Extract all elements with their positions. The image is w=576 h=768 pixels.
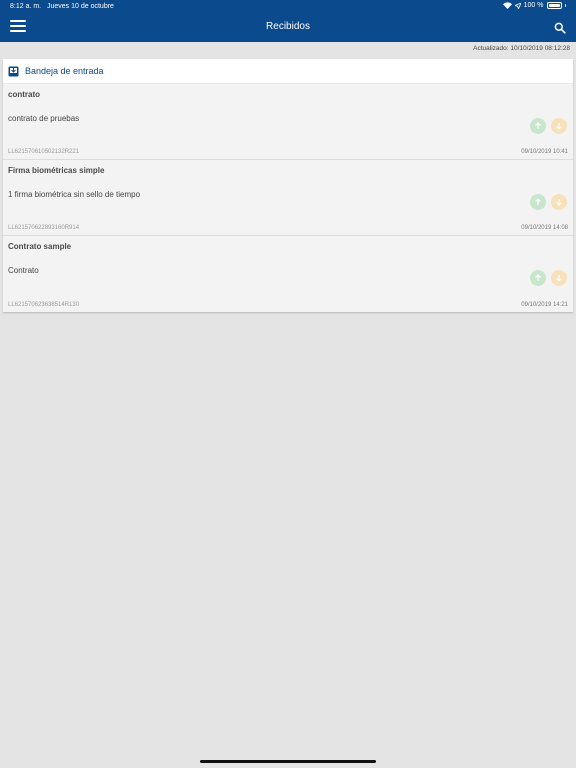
arrow-down-icon [556,275,562,282]
document-description: 1 firma biométrica sin sello de tiempo [8,190,141,199]
app-header: 8:12 a. m. Jueves 10 de octubre 100 % Re… [0,0,576,42]
arrow-up-icon [535,274,541,281]
arrow-up-icon [535,122,541,129]
search-button[interactable] [554,21,566,34]
status-time: 8:12 a. m. [10,3,42,10]
last-updated: Actualizado: 10/10/2019 08:12:28 [473,45,570,52]
status-date: Jueves 10 de octubre [47,3,114,10]
inbox-panel: Bandeja de entrada contrato contrato de … [3,59,573,312]
reject-button[interactable] [551,194,567,210]
inbox-title: Bandeja de entrada [25,66,104,76]
accept-button[interactable] [530,270,546,286]
document-description: contrato de pruebas [8,114,80,123]
document-code: LL621570622893160R914 [8,225,80,231]
document-item[interactable]: contrato contrato de pruebas LL621570610… [3,84,573,160]
battery-icon [546,2,562,9]
location-icon [514,2,521,9]
document-item[interactable]: Contrato sample Contrato LL6215706236385… [3,236,573,312]
reject-button[interactable] [551,118,567,134]
document-title: Firma biométricas simple [8,166,105,175]
accept-button[interactable] [530,194,546,210]
wifi-icon [502,2,512,9]
document-date: 09/10/2019 14:21 [521,302,568,308]
document-code: LL621570623638514R130 [8,302,80,308]
document-description: Contrato [8,266,39,275]
search-icon [554,22,566,34]
status-bar: 8:12 a. m. Jueves 10 de octubre 100 % [0,0,576,14]
document-title: contrato [8,90,40,99]
document-item[interactable]: Firma biométricas simple 1 firma biométr… [3,160,573,236]
document-code: LL621570610502132R221 [8,149,80,155]
battery-percent: 100 % [523,2,544,9]
arrow-up-icon [535,198,541,205]
home-indicator[interactable] [200,760,376,763]
reject-button[interactable] [551,270,567,286]
accept-button[interactable] [530,118,546,134]
document-date: 09/10/2019 10:41 [521,149,568,155]
arrow-down-icon [556,199,562,206]
page-title: Recibidos [266,21,310,32]
document-title: Contrato sample [8,242,72,251]
arrow-down-icon [556,123,562,130]
status-indicators: 100 % [502,2,566,9]
inbox-header[interactable]: Bandeja de entrada [3,59,573,84]
document-date: 09/10/2019 14:08 [521,225,568,231]
inbox-icon [8,66,19,76]
